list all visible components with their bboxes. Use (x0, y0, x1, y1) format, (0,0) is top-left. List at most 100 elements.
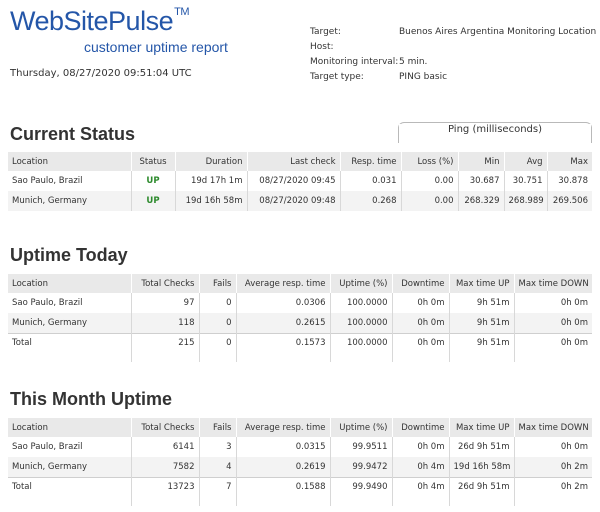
column-header: Average resp. time (236, 418, 331, 437)
location-cell: Munich, Germany (8, 313, 132, 334)
max-down-cell: 0h 0m (560, 442, 588, 452)
max-down-cell: 0h 0m (560, 298, 588, 308)
uptime-cell: 100.0000 (330, 333, 393, 362)
total-checks-cell: 13723 (131, 477, 200, 506)
max-up-cell: 26d 9h 51m (449, 477, 515, 506)
avg-resp-cell: 0.1588 (236, 477, 331, 506)
ping-avg-cell: 268.989 (504, 191, 548, 211)
column-header: Max time UP (449, 274, 515, 293)
table-header-row: Location Total Checks Fails Average resp… (8, 418, 592, 437)
column-header: Total Checks (131, 418, 200, 437)
avg-resp-cell: 0.0315 (236, 437, 331, 457)
downtime-cell: 0h 0m (392, 313, 450, 334)
resp-time-cell: 0.268 (340, 191, 402, 211)
total-row: Total 215 0 0.1573 100.0000 0h 0m 9h 51m… (8, 333, 592, 362)
month-uptime-title: This Month Uptime (10, 389, 172, 409)
status-badge: UP (131, 191, 176, 211)
meta-row-type: Target type: PING basic (310, 69, 596, 84)
ping-max-cell: 269.506 (547, 191, 592, 211)
table-row: Munich, Germany 7582 4 0.2619 99.9472 0h… (8, 457, 592, 478)
location-cell: Sao Paulo, Brazil (8, 171, 132, 191)
target-info: Target: Buenos Aires Argentina Monitorin… (310, 24, 596, 84)
trademark-mark: TM (174, 6, 189, 18)
fails-cell: 0 (199, 313, 237, 334)
table-row: Munich, Germany UP 19d 16h 58m 08/27/202… (8, 191, 592, 211)
meta-row-host: Host: (310, 39, 596, 54)
max-down-cell: 0h 2m (514, 477, 592, 506)
column-header: Max time DOWN (514, 418, 592, 437)
total-checks-cell: 6141 (131, 437, 200, 457)
fails-cell: 7 (199, 477, 237, 506)
column-header: Uptime (%) (330, 418, 393, 437)
ping-min-cell: 268.329 (458, 191, 505, 211)
max-up-cell: 9h 51m (449, 333, 515, 362)
uptime-cell: 100.0000 (330, 313, 393, 334)
logo: WebSitePulseTM (10, 6, 189, 37)
max-down-cell: 0h 0m (514, 313, 592, 334)
max-up-cell: 9h 51m (449, 293, 515, 313)
avg-resp-cell: 0.0306 (236, 293, 331, 313)
column-header: Loss (%) (401, 152, 459, 171)
column-header: Total Checks (131, 274, 200, 293)
column-header: Average resp. time (236, 274, 331, 293)
column-header: Resp. time (340, 152, 402, 171)
ping-group-bracket: Ping (milliseconds) (398, 122, 592, 143)
fails-cell: 4 (199, 457, 237, 478)
column-header: Max time UP (449, 418, 515, 437)
uptime-cell: 99.9472 (330, 457, 393, 478)
max-up-cell: 19d 16h 58m (449, 457, 515, 478)
last-check-cell: 08/27/2020 09:48 (247, 191, 341, 211)
avg-resp-cell: 0.2615 (236, 313, 331, 334)
total-label: Total (8, 333, 132, 362)
status-badge: UP (131, 171, 176, 191)
column-header: Max time DOWN (514, 274, 592, 293)
uptime-today-title: Uptime Today (10, 245, 128, 265)
target-value: Buenos Aires Argentina Monitoring Locati… (399, 26, 597, 37)
max-up-cell: 9h 51m (449, 313, 515, 334)
column-header: Location (8, 274, 132, 293)
meta-row-interval: Monitoring interval: 5 min. (310, 54, 596, 69)
meta-row-target: Target: Buenos Aires Argentina Monitorin… (310, 24, 596, 39)
table-row: Sao Paulo, Brazil 6141 3 0.0315 99.9511 … (8, 437, 592, 457)
resp-time-cell: 0.031 (340, 171, 402, 191)
table-header-row: Location Total Checks Fails Average resp… (8, 274, 592, 293)
uptime-cell: 100.0000 (330, 293, 393, 313)
target-label: Target: (310, 26, 341, 37)
table-row: Munich, Germany 118 0 0.2615 100.0000 0h… (8, 313, 592, 334)
column-header: Downtime (392, 418, 450, 437)
total-label: Total (8, 477, 132, 506)
host-value (399, 39, 596, 54)
loss-cell: 0.00 (401, 171, 459, 191)
duration-cell: 19d 16h 58m (175, 191, 248, 211)
table-row: Sao Paulo, Brazil 97 0 0.0306 100.0000 0… (8, 293, 592, 313)
ping-min-cell: 30.687 (458, 171, 505, 191)
column-header: Min (458, 152, 505, 171)
duration-cell: 19d 17h 1m (175, 171, 248, 191)
loss-cell: 0.00 (401, 191, 459, 211)
fails-cell: 3 (199, 437, 237, 457)
column-header: Fails (199, 418, 237, 437)
uptime-cell: 99.9511 (330, 437, 393, 457)
fails-cell: 0 (199, 333, 237, 362)
ping-group-label: Ping (milliseconds) (399, 124, 591, 135)
total-checks-cell: 215 (131, 333, 200, 362)
target-type-value: PING basic (399, 71, 448, 82)
uptime-cell: 99.9490 (330, 477, 393, 506)
last-check-cell: 08/27/2020 09:45 (247, 171, 341, 191)
downtime-cell: 0h 0m (392, 293, 450, 313)
location-cell: Sao Paulo, Brazil (8, 437, 132, 457)
location-cell: Sao Paulo, Brazil (8, 293, 132, 313)
column-header: Max (547, 152, 592, 171)
interval-label: Monitoring interval: (310, 56, 399, 67)
total-checks-cell: 118 (131, 313, 200, 334)
avg-resp-cell: 0.2619 (236, 457, 331, 478)
total-checks-cell: 7582 (131, 457, 200, 478)
column-header: Uptime (%) (330, 274, 393, 293)
ping-avg-cell: 30.751 (504, 171, 548, 191)
column-header: Location (8, 152, 132, 171)
max-up-cell: 26d 9h 51m (449, 437, 515, 457)
downtime-cell: 0h 0m (392, 333, 450, 362)
target-type-label: Target type: (310, 71, 364, 82)
column-header: Duration (175, 152, 248, 171)
downtime-cell: 0h 4m (392, 457, 450, 478)
